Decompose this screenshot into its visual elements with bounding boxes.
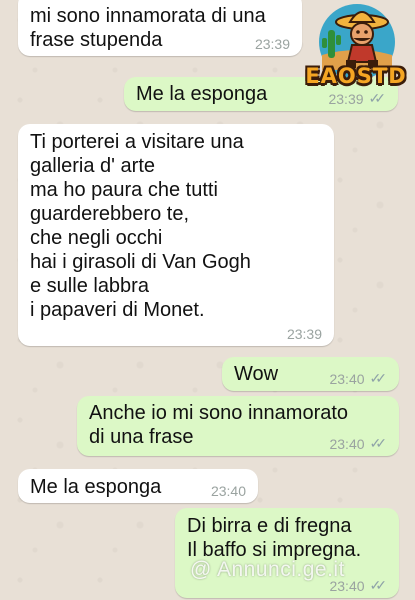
double-check-icon: ✓✓ — [369, 370, 388, 386]
watermark: @ Annunci.ge.it — [190, 558, 345, 581]
double-check-icon: ✓✓ — [369, 435, 388, 451]
message-meta: 23:39 ✓✓ — [328, 90, 386, 107]
message-incoming[interactable]: Ti porterei a visitare una galleria d' a… — [18, 124, 334, 346]
message-text: mi sono innamorata di una frase stupenda — [30, 5, 266, 51]
message-incoming[interactable]: mi sono innamorata di una frase stupenda… — [18, 0, 302, 56]
message-meta: 23:39 — [255, 36, 290, 52]
message-meta: 23:40 ✓✓ — [329, 435, 387, 452]
message-outgoing[interactable]: Di birra e di fregna Il baffo si impregn… — [175, 508, 399, 598]
message-time: 23:40 — [210, 483, 246, 499]
message-time: 23:39 — [328, 90, 364, 107]
message-meta: 23:40 ✓✓ — [329, 370, 387, 387]
message-outgoing[interactable]: Wow 23:40 ✓✓ — [222, 357, 399, 391]
message-time: 23:40 — [329, 435, 365, 452]
message-text: Ti porterei a visitare una galleria d' a… — [30, 131, 251, 321]
message-time: 23:39 — [254, 36, 290, 52]
message-time: 23:40 — [329, 370, 365, 387]
double-check-icon: ✓✓ — [368, 90, 387, 106]
message-incoming[interactable]: Me la esponga 23:40 — [18, 469, 258, 503]
double-check-icon: ✓✓ — [369, 577, 388, 593]
message-text: Di birra e di fregna Il baffo si impregn… — [187, 515, 362, 561]
message-meta: 23:39 — [287, 326, 322, 342]
message-meta: 23:40 — [211, 483, 246, 499]
message-outgoing[interactable]: Anche io mi sono innamorato di una frase… — [77, 396, 399, 456]
message-time: 23:39 — [286, 326, 322, 342]
logo-text: EAOSTD — [305, 64, 407, 88]
